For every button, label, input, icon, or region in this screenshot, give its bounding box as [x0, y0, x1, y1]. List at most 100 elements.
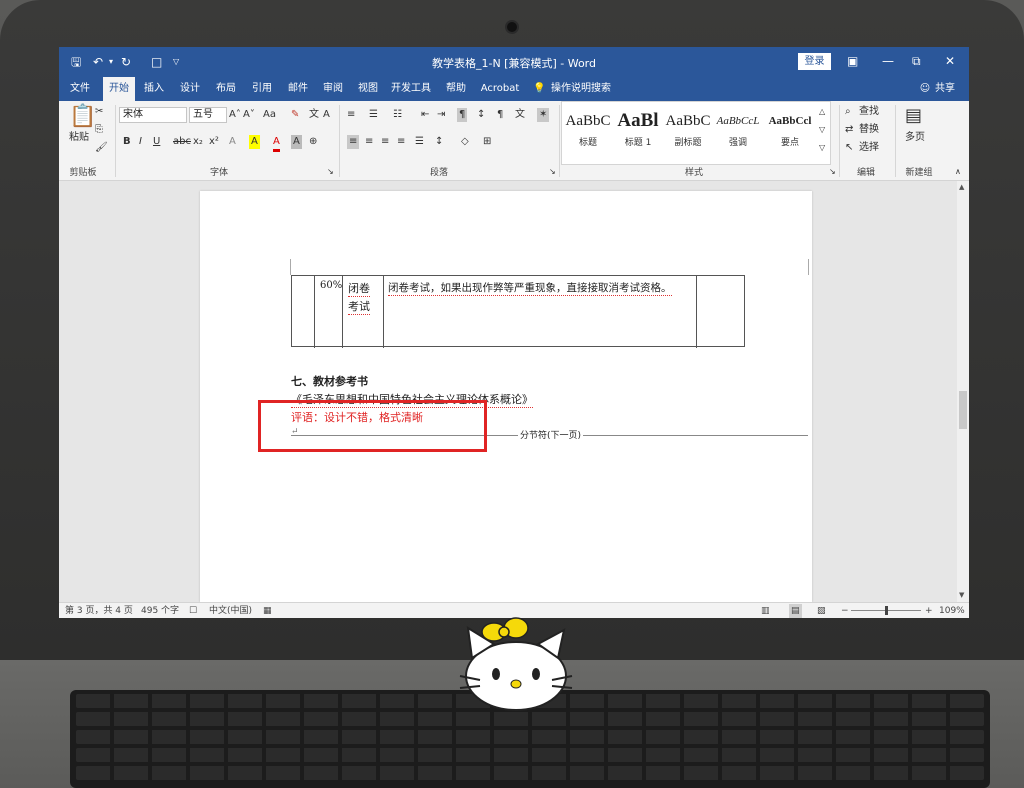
- tab-developer[interactable]: 开发工具: [389, 77, 433, 101]
- show-marks-icon[interactable]: ¶: [457, 108, 468, 122]
- styles-dialog-launcher-icon[interactable]: ↘: [829, 165, 836, 179]
- italic-button[interactable]: I: [139, 135, 142, 149]
- style-strong[interactable]: AaBbCcl 要点: [765, 107, 815, 155]
- tab-acrobat[interactable]: Acrobat: [477, 77, 523, 101]
- tab-design[interactable]: 设计: [175, 77, 205, 101]
- align-center-icon[interactable]: ≡: [365, 135, 373, 149]
- font-name-select[interactable]: 宋体: [119, 107, 187, 123]
- collapse-ribbon-icon[interactable]: ∧: [955, 165, 961, 179]
- font-size-select[interactable]: 五号: [189, 107, 227, 123]
- select-button[interactable]: 选择: [859, 141, 879, 155]
- tab-insert[interactable]: 插入: [139, 77, 169, 101]
- replace-button[interactable]: 替换: [859, 123, 879, 137]
- tab-file[interactable]: 文件: [65, 77, 95, 101]
- grow-font-icon[interactable]: A˄: [229, 108, 241, 122]
- ltr-icon[interactable]: ¶: [497, 108, 503, 122]
- ribbon-display-icon[interactable]: ▣: [847, 53, 858, 69]
- tab-references[interactable]: 引用: [247, 77, 277, 101]
- underline-button[interactable]: U: [153, 135, 160, 149]
- align-right-icon[interactable]: ≡: [381, 135, 389, 149]
- numbering-icon[interactable]: ☰: [369, 108, 378, 122]
- styles-scroll-down-icon[interactable]: ▽: [819, 123, 825, 137]
- styles-more-icon[interactable]: ▽: [819, 141, 825, 155]
- clear-format-icon[interactable]: ✎: [291, 108, 299, 122]
- shrink-font-icon[interactable]: A˅: [243, 108, 255, 122]
- multilevel-list-icon[interactable]: ☷: [393, 108, 402, 122]
- zoom-in-icon[interactable]: +: [925, 604, 933, 618]
- char-border-icon[interactable]: A: [323, 108, 330, 122]
- format-painter-icon[interactable]: 🖌: [95, 141, 108, 155]
- style-heading-1[interactable]: AaBl 标题 1: [613, 107, 663, 155]
- find-button[interactable]: 查找: [859, 105, 879, 119]
- style-subtitle[interactable]: AaBbC 副标题: [663, 107, 713, 155]
- paste-label[interactable]: 粘贴: [69, 131, 89, 145]
- show-hide-icon[interactable]: ✶: [537, 108, 550, 122]
- restore-icon[interactable]: ⧉: [912, 53, 921, 69]
- tab-layout[interactable]: 布局: [211, 77, 241, 101]
- replace-icon[interactable]: ⇄: [845, 123, 853, 137]
- paste-icon[interactable]: 📋: [69, 105, 96, 129]
- font-color-button[interactable]: A: [273, 135, 280, 152]
- sort-icon[interactable]: ↕: [477, 108, 485, 122]
- justify-icon[interactable]: ≡: [397, 135, 405, 149]
- distributed-icon[interactable]: ☰: [415, 135, 424, 149]
- decrease-indent-icon[interactable]: ⇤: [421, 108, 429, 122]
- styles-scroll-up-icon[interactable]: △: [819, 105, 825, 119]
- vertical-scrollbar[interactable]: ▲ ▼: [957, 181, 969, 602]
- phonetic-icon[interactable]: 文: [309, 108, 319, 122]
- increase-indent-icon[interactable]: ⇥: [437, 108, 445, 122]
- tab-home[interactable]: 开始: [103, 77, 135, 101]
- copy-icon[interactable]: ⎘: [95, 123, 103, 137]
- scroll-thumb[interactable]: [959, 391, 967, 429]
- bullets-icon[interactable]: ≡: [347, 108, 355, 122]
- bold-button[interactable]: B: [123, 135, 131, 149]
- font-dialog-launcher-icon[interactable]: ↘: [327, 165, 334, 179]
- scroll-down-icon[interactable]: ▼: [959, 591, 964, 599]
- cut-icon[interactable]: ✂: [95, 105, 103, 119]
- char-shading-icon[interactable]: A: [291, 135, 302, 149]
- superscript-button[interactable]: x²: [209, 135, 219, 149]
- proofing-icon[interactable]: ☐: [189, 604, 197, 618]
- minimize-icon[interactable]: —: [882, 53, 894, 69]
- web-layout-icon[interactable]: ▧: [817, 604, 826, 618]
- strikethrough-button[interactable]: abc: [173, 135, 191, 149]
- macro-record-icon[interactable]: ▦: [263, 604, 272, 618]
- paragraph-dialog-launcher-icon[interactable]: ↘: [549, 165, 556, 179]
- tab-help[interactable]: 帮助: [441, 77, 471, 101]
- style-emphasis[interactable]: AaBbCcL 强调: [713, 107, 763, 155]
- line-spacing-icon[interactable]: ↕: [435, 135, 443, 149]
- document-page[interactable]: 60% 闭卷 考试 闭卷考试，如果出现作弊等严重现象，直接接取消考试资格。 七、…: [200, 191, 812, 602]
- highlight-button[interactable]: A: [249, 135, 260, 149]
- multipage-button[interactable]: 多页: [905, 131, 925, 145]
- align-left-icon[interactable]: ≡: [347, 135, 360, 149]
- tell-me-search[interactable]: 操作说明搜索: [549, 77, 613, 101]
- zoom-slider-thumb[interactable]: [885, 606, 888, 615]
- zoom-level[interactable]: 109%: [939, 604, 965, 618]
- word-count[interactable]: 495 个字: [141, 604, 179, 618]
- borders-icon[interactable]: ⊞: [483, 135, 491, 149]
- zoom-out-icon[interactable]: −: [841, 604, 849, 618]
- style-title[interactable]: AaBbC 标题: [563, 107, 613, 155]
- change-case-icon[interactable]: Aa: [263, 108, 276, 122]
- select-icon[interactable]: ↖: [845, 141, 853, 155]
- asian-layout-icon[interactable]: 文: [515, 108, 525, 122]
- enclose-char-icon[interactable]: ⊕: [309, 135, 317, 149]
- tab-mailings[interactable]: 邮件: [283, 77, 313, 101]
- text-effects-button[interactable]: A: [229, 135, 236, 149]
- tab-review[interactable]: 审阅: [318, 77, 348, 101]
- scroll-up-icon[interactable]: ▲: [959, 183, 964, 191]
- subscript-button[interactable]: x₂: [193, 135, 203, 149]
- login-button[interactable]: 登录: [798, 53, 831, 70]
- language-indicator[interactable]: 中文(中国): [209, 604, 252, 618]
- find-icon[interactable]: ⌕: [845, 105, 851, 119]
- read-mode-icon[interactable]: ▥: [761, 604, 770, 618]
- style-sample: AaBbC: [665, 113, 711, 129]
- close-icon[interactable]: ✕: [945, 53, 955, 69]
- print-layout-icon[interactable]: ▤: [789, 604, 802, 618]
- multipage-icon[interactable]: ▤: [905, 105, 922, 127]
- page-count[interactable]: 第 3 页，共 4 页: [65, 604, 133, 618]
- shading-icon[interactable]: ◇: [461, 135, 469, 149]
- share-button[interactable]: 共享: [933, 77, 957, 101]
- table-cell-divider: [383, 276, 384, 348]
- tab-view[interactable]: 视图: [353, 77, 383, 101]
